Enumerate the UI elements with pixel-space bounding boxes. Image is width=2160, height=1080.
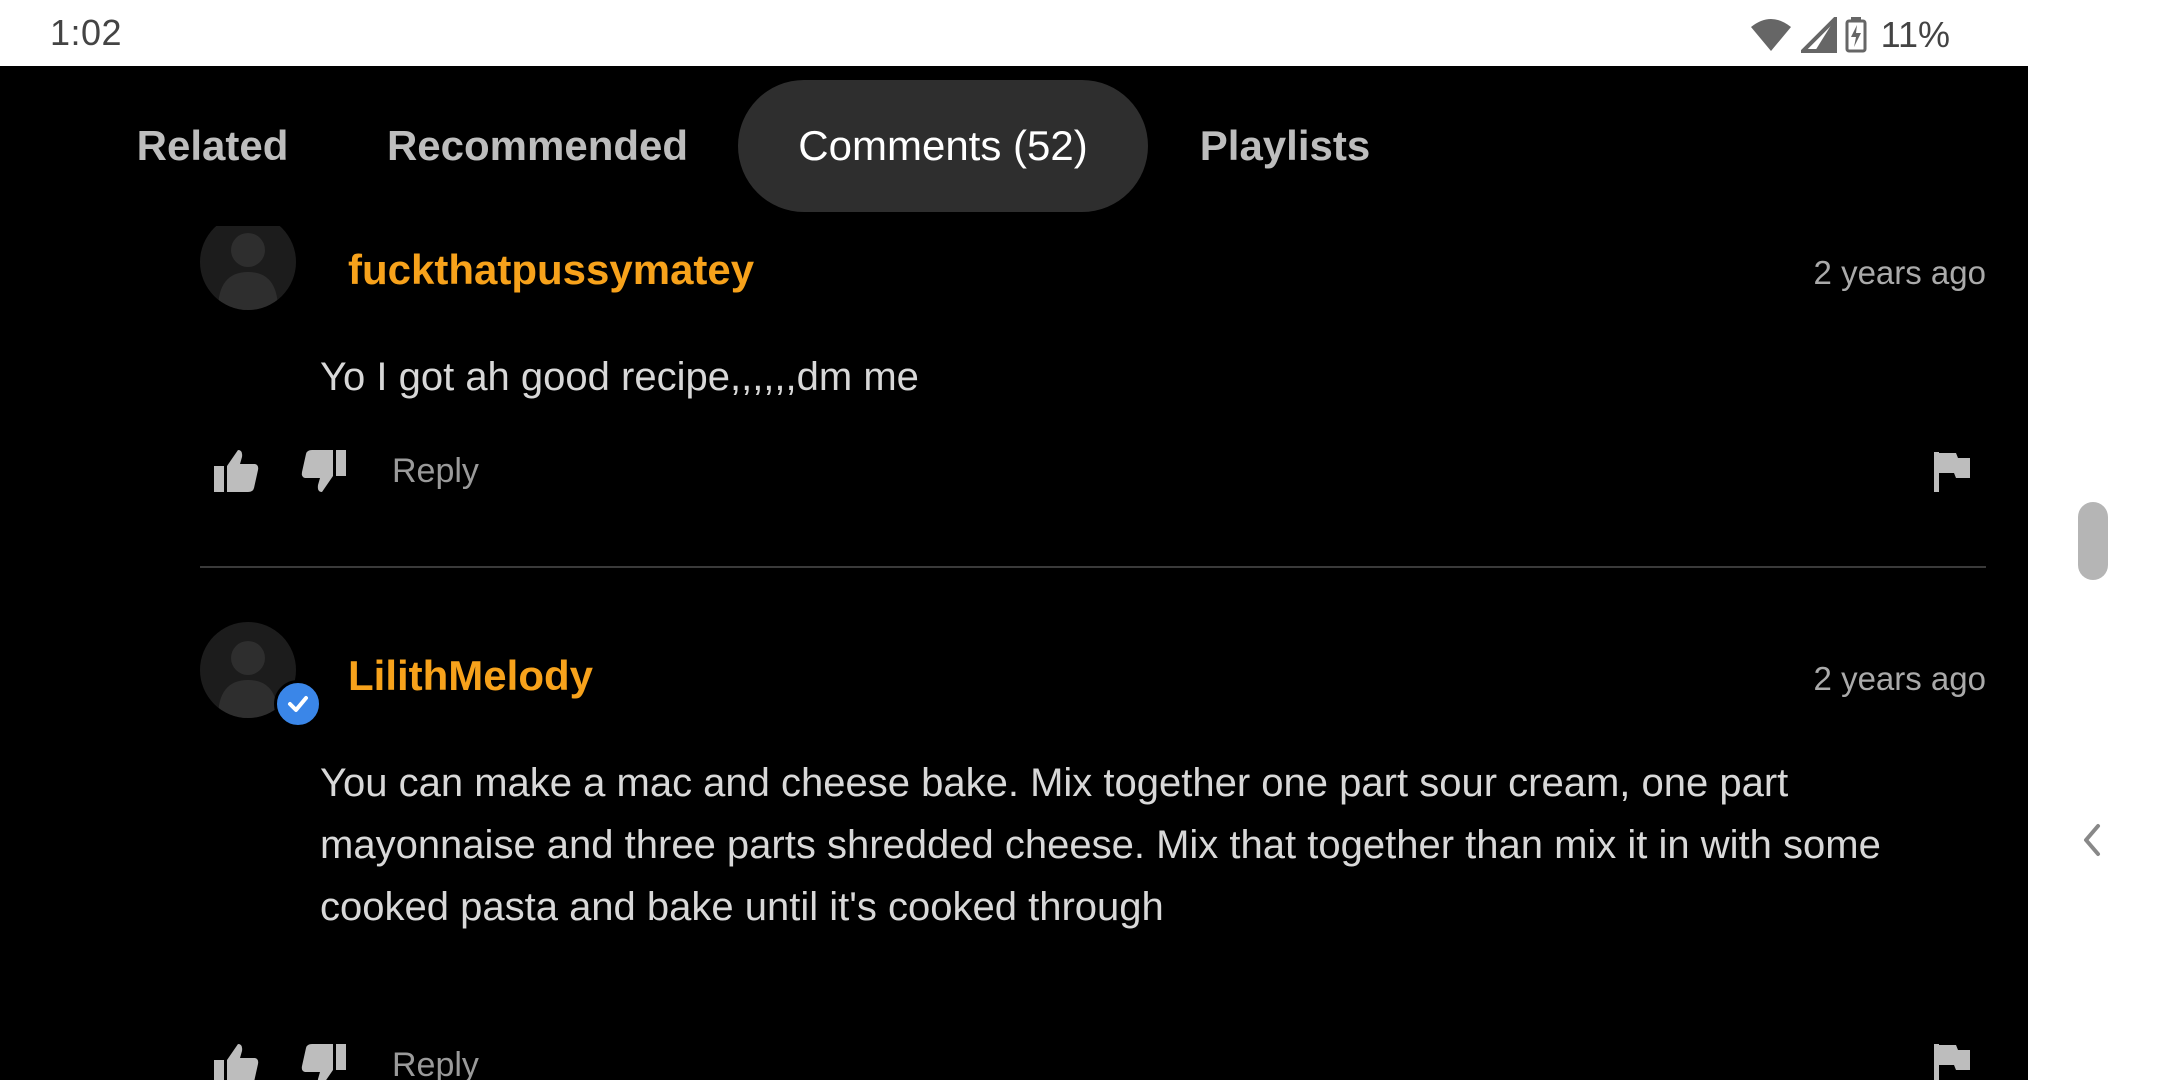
battery-percent: 11% bbox=[1880, 14, 1950, 55]
comment-item: LilithMelody 2 years ago You can make a … bbox=[0, 622, 2028, 1080]
checkmark-icon bbox=[288, 696, 308, 712]
thumbs-up-icon[interactable] bbox=[212, 448, 260, 499]
comment-divider bbox=[200, 566, 1986, 568]
tab-bar: Related Recommended Comments (52) Playli… bbox=[0, 66, 2028, 226]
status-time: 1:02 bbox=[50, 12, 123, 53]
reply-button[interactable]: Reply bbox=[392, 452, 479, 491]
chevron-left-icon[interactable] bbox=[2080, 822, 2104, 863]
comment-username[interactable]: LilithMelody bbox=[348, 652, 593, 700]
tab-comments[interactable]: Comments (52) bbox=[738, 80, 1148, 212]
comment-timestamp: 2 years ago bbox=[1813, 254, 1986, 291]
flag-icon[interactable] bbox=[1932, 450, 1972, 497]
tab-recommended[interactable]: Recommended bbox=[370, 80, 705, 212]
comment-username[interactable]: fuckthatpussymatey bbox=[348, 246, 754, 294]
comment-text: You can make a mac and cheese bake. Mix … bbox=[320, 761, 1881, 929]
tab-playlists[interactable]: Playlists bbox=[1180, 80, 1390, 212]
flag-icon[interactable] bbox=[1932, 1042, 1972, 1080]
reply-button[interactable]: Reply bbox=[392, 1046, 479, 1080]
verified-badge bbox=[274, 680, 322, 728]
comment-text: Yo I got ah good recipe,,,,,,dm me bbox=[320, 355, 919, 399]
user-silhouette-icon bbox=[218, 233, 278, 310]
avatar[interactable] bbox=[200, 214, 296, 310]
comment-timestamp: 2 years ago bbox=[1813, 660, 1986, 697]
thumbs-down-icon[interactable] bbox=[300, 1042, 348, 1080]
app-content: Related Recommended Comments (52) Playli… bbox=[0, 66, 2028, 1080]
wifi-icon bbox=[1749, 17, 1793, 53]
battery-charging-icon bbox=[1845, 17, 1867, 53]
thumbs-up-icon[interactable] bbox=[212, 1042, 260, 1080]
status-bar: 1:02 11% bbox=[0, 0, 2028, 66]
thumbs-down-icon[interactable] bbox=[300, 448, 348, 499]
screen: 1:02 11% Related Recommended Comments (5… bbox=[0, 0, 2160, 1080]
tab-related[interactable]: Related bbox=[110, 80, 315, 212]
status-icons: 11% bbox=[1749, 14, 1950, 56]
signal-icon bbox=[1800, 17, 1837, 53]
scroll-handle[interactable] bbox=[2078, 502, 2108, 580]
